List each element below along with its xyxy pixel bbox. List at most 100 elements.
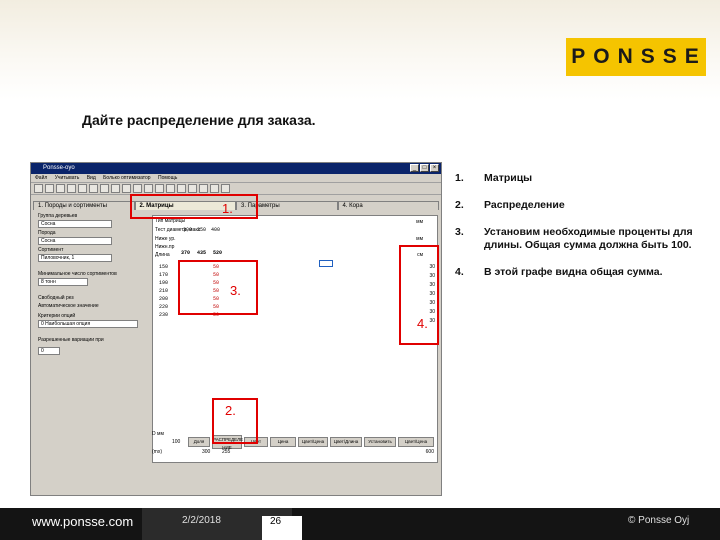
maximize-button[interactable]: □: [420, 164, 429, 172]
field-label: Группа деревьев: [38, 213, 78, 219]
length-row: 230: [159, 312, 169, 318]
selected-cell[interactable]: [319, 260, 333, 267]
length-row: 220: [159, 304, 169, 310]
toolbar-button[interactable]: [78, 184, 87, 193]
variation-input[interactable]: 0: [38, 347, 60, 355]
menu-help[interactable]: Помощь: [158, 175, 177, 181]
steps-list: 1. Матрицы 2. Распределение 3. Установим…: [455, 172, 715, 293]
test-diameter-label: Тест диаметр, макс: [155, 227, 201, 233]
step-item: 1. Матрицы: [455, 172, 715, 185]
option-criteria-select[interactable]: 0 Наибольшая опция: [38, 320, 138, 328]
lower-level-label: Ниже ур.: [155, 236, 176, 242]
color-price-button-2[interactable]: Цвет/Цена: [398, 437, 434, 447]
toolbar-button[interactable]: [166, 184, 175, 193]
diameter-header: 400: [211, 227, 221, 233]
share-button[interactable]: Доля: [188, 437, 210, 447]
diameter-label: D мм: [152, 431, 164, 437]
free-cut-checkbox[interactable]: Свободный рез: [38, 295, 74, 301]
lower-label: Нижн.пр: [155, 244, 175, 250]
tree-group-select[interactable]: Сосна: [38, 220, 112, 228]
menu-optimizer[interactable]: Болько оптимизатор: [103, 175, 150, 181]
field-label: Порода: [38, 230, 56, 236]
toolbar-button[interactable]: [56, 184, 65, 193]
bottom-value: 600: [425, 449, 434, 455]
window-title: Ponsse-oyo: [43, 165, 75, 171]
toolbar-button[interactable]: [122, 184, 131, 193]
toolbar-button[interactable]: [67, 184, 76, 193]
toolbar-button[interactable]: [221, 184, 230, 193]
field-label: Сортимент: [38, 247, 64, 253]
max-label: (mx): [152, 449, 162, 455]
toolbar-button[interactable]: [177, 184, 186, 193]
toolbar-button[interactable]: [210, 184, 219, 193]
field-label: Критерии опций: [38, 313, 76, 319]
footer-page-box: [262, 516, 302, 540]
toolbar-button[interactable]: [45, 184, 54, 193]
tab-bark[interactable]: 4. Кора: [337, 201, 439, 210]
window-titlebar: Ponsse-oyo _ □ ×: [31, 163, 441, 174]
step-text: В этой графе видна общая сумма.: [484, 266, 663, 278]
menu-bar: Файл Учитывать Вид Болько оптимизатор По…: [31, 174, 441, 183]
color-price-button[interactable]: Цвет/Цена: [298, 437, 328, 447]
callout-box-cells: [178, 260, 258, 315]
toolbar-button[interactable]: [133, 184, 142, 193]
step-text: Матрицы: [484, 172, 533, 184]
callout-label: 2.: [225, 403, 236, 418]
set-button[interactable]: Установить: [364, 437, 396, 447]
header-value: 520: [213, 250, 223, 256]
left-panel: Группа деревьев Сосна Порода Сосна Сорти…: [34, 213, 152, 493]
bottom-toolbar: D мм (mx) 100 300 255 600 Доля РАСПРЕДЕЛ…: [152, 431, 438, 471]
step-item: 3. Установим необходимые проценты для дл…: [455, 226, 715, 252]
length-row: 150: [159, 264, 169, 270]
menu-account[interactable]: Учитывать: [55, 175, 80, 181]
ponsse-logo: PONSSE: [566, 38, 706, 76]
header-value: 370: [181, 250, 191, 256]
close-button[interactable]: ×: [430, 164, 439, 172]
assortment-select[interactable]: Пиловочник, 1: [38, 254, 112, 262]
length-row: 190: [159, 280, 169, 286]
callout-label: 1.: [222, 201, 233, 216]
species-select[interactable]: Сосна: [38, 237, 112, 245]
menu-view[interactable]: Вид: [87, 175, 96, 181]
menu-file[interactable]: Файл: [35, 175, 47, 181]
callout-box-matrices: [130, 194, 258, 219]
step-text: Установим необходимые проценты для длины…: [484, 226, 693, 251]
toolbar-button[interactable]: [111, 184, 120, 193]
minimize-button[interactable]: _: [410, 164, 419, 172]
page-title: Дайте распределение для заказа.: [82, 112, 316, 128]
step-item: 2. Распределение: [455, 199, 715, 212]
toolbar-button[interactable]: [188, 184, 197, 193]
step-text: Распределение: [484, 199, 565, 211]
footer-website[interactable]: www.ponsse.com: [32, 514, 133, 529]
field-label: Минимальное число сортиментов: [38, 271, 117, 277]
step-number: 2.: [455, 199, 464, 211]
bottom-value: 300: [202, 449, 211, 455]
footer-date: 2/2/2018: [182, 515, 221, 526]
toolbar-button[interactable]: [34, 184, 43, 193]
length-row: 210: [159, 288, 169, 294]
diameter-header: 350: [197, 227, 207, 233]
color-length-button[interactable]: Цвет/Длина: [330, 437, 362, 447]
unit-label: мм: [416, 236, 423, 242]
matrix-grid: Тип матрицы Тест диаметр, макс 300 350 4…: [152, 215, 438, 463]
footer-copyright: © Ponsse Oyj: [628, 515, 690, 526]
step-number: 4.: [455, 266, 464, 278]
toolbar-button[interactable]: [199, 184, 208, 193]
step-number: 3.: [455, 226, 464, 238]
footer-page-number: 26: [270, 516, 282, 527]
price-button[interactable]: Цена: [270, 437, 296, 447]
toolbar-button[interactable]: [89, 184, 98, 193]
header-value: 435: [197, 250, 207, 256]
footer-bar: www.ponsse.com 2/2/2018 26 © Ponsse Oyj: [0, 508, 720, 540]
toolbar-button[interactable]: [155, 184, 164, 193]
length-row: 200: [159, 296, 169, 302]
step-item: 4. В этой графе видна общая сумма.: [455, 266, 715, 279]
diameter-header: 300: [183, 227, 193, 233]
auto-value-checkbox[interactable]: Автоматическое значение: [38, 303, 99, 309]
tab-species[interactable]: 1. Породы и сортименты: [33, 201, 135, 210]
min-count-select[interactable]: 8 тонн: [38, 278, 88, 286]
step-number: 1.: [455, 172, 464, 184]
toolbar-button[interactable]: [144, 184, 153, 193]
bottom-value: 100: [172, 439, 181, 445]
toolbar-button[interactable]: [100, 184, 109, 193]
